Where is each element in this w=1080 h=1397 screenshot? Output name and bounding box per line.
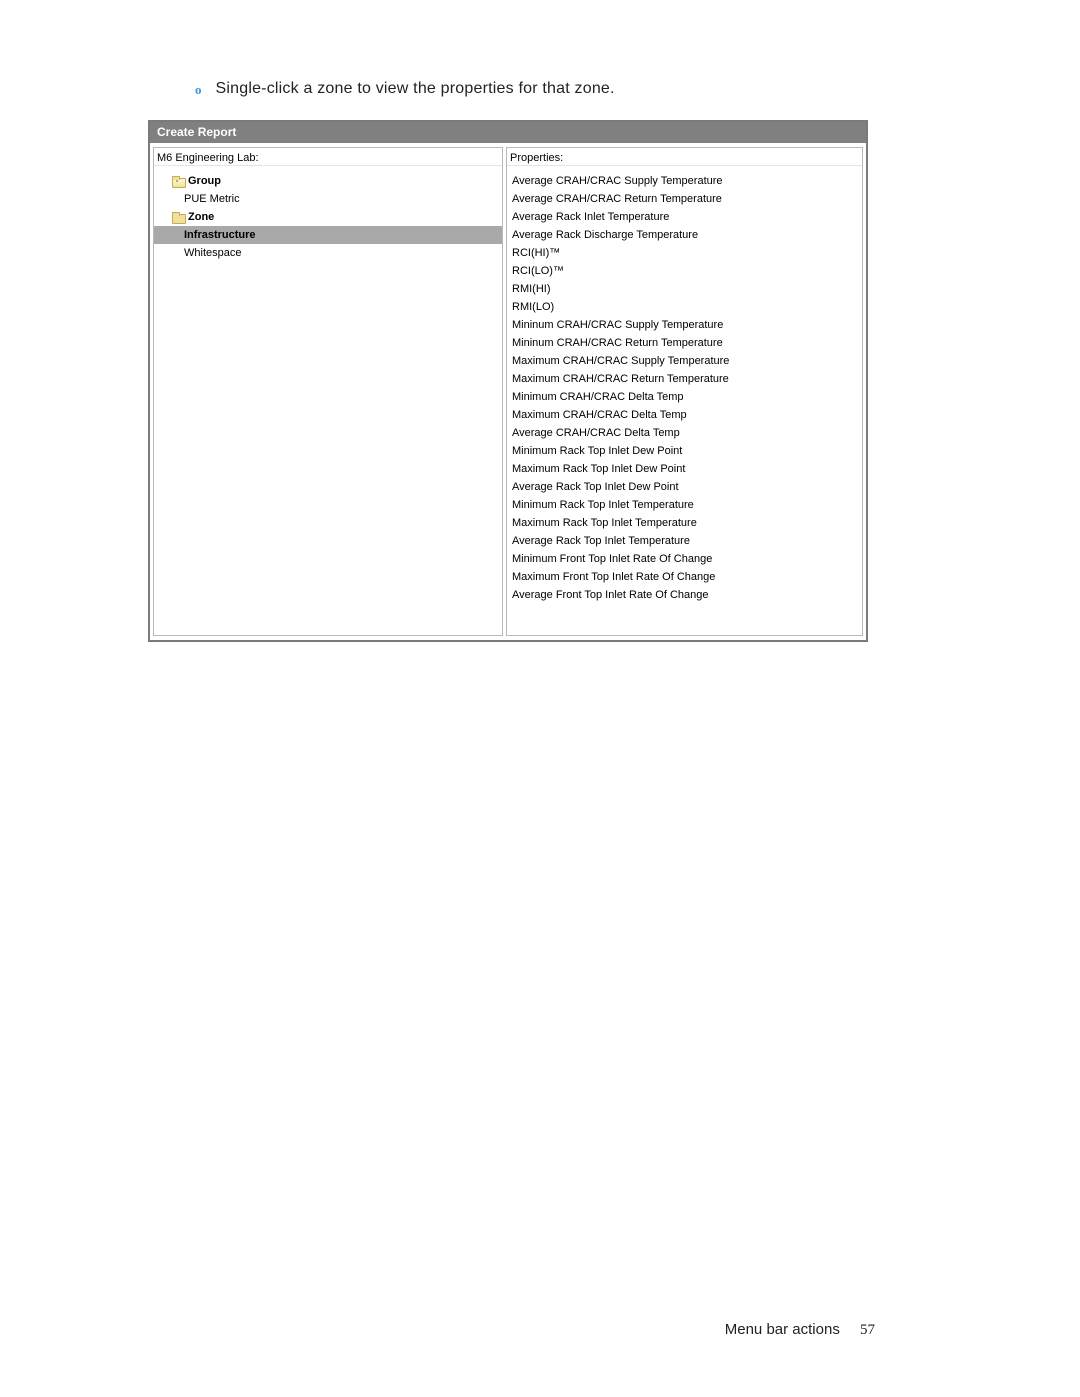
tree-pane: M6 Engineering Lab: Group PUE Metric Zon…: [153, 147, 503, 636]
property-item[interactable]: RCI(HI)™: [507, 244, 862, 262]
property-item[interactable]: Minimum Rack Top Inlet Dew Point: [507, 442, 862, 460]
property-item[interactable]: Average CRAH/CRAC Supply Temperature: [507, 172, 862, 190]
property-item[interactable]: Maximum CRAH/CRAC Return Temperature: [507, 370, 862, 388]
property-item[interactable]: Average CRAH/CRAC Delta Temp: [507, 424, 862, 442]
folder-open-icon: [172, 176, 184, 186]
instruction-line: o Single-click a zone to view the proper…: [195, 80, 1080, 98]
tree-label: Zone: [188, 211, 214, 223]
tree-node-zone[interactable]: Zone: [154, 208, 502, 226]
property-item[interactable]: Average Front Top Inlet Rate Of Change: [507, 586, 862, 604]
dialog-body: M6 Engineering Lab: Group PUE Metric Zon…: [150, 143, 866, 640]
properties-pane-header: Properties:: [507, 148, 862, 166]
tree-label: Whitespace: [184, 247, 241, 259]
properties-list: Average CRAH/CRAC Supply TemperatureAver…: [507, 166, 862, 635]
tree-node-group[interactable]: Group: [154, 172, 502, 190]
page-footer: Menu bar actions 57: [725, 1321, 875, 1339]
create-report-dialog: Create Report M6 Engineering Lab: Group …: [148, 120, 868, 642]
tree-node-pue-metric[interactable]: PUE Metric: [154, 190, 502, 208]
property-item[interactable]: Mininum CRAH/CRAC Return Temperature: [507, 334, 862, 352]
tree-node-infrastructure[interactable]: Infrastructure: [154, 226, 502, 244]
property-item[interactable]: Maximum CRAH/CRAC Delta Temp: [507, 406, 862, 424]
tree-label: PUE Metric: [184, 193, 240, 205]
property-item[interactable]: Minimum Rack Top Inlet Temperature: [507, 496, 862, 514]
footer-page-number: 57: [860, 1322, 875, 1338]
tree-node-whitespace[interactable]: Whitespace: [154, 244, 502, 262]
property-item[interactable]: Minimum CRAH/CRAC Delta Temp: [507, 388, 862, 406]
property-item[interactable]: Average Rack Top Inlet Dew Point: [507, 478, 862, 496]
property-item[interactable]: RMI(HI): [507, 280, 862, 298]
property-item[interactable]: Average CRAH/CRAC Return Temperature: [507, 190, 862, 208]
document-page: o Single-click a zone to view the proper…: [0, 0, 1080, 1397]
property-item[interactable]: Maximum CRAH/CRAC Supply Temperature: [507, 352, 862, 370]
bullet-marker: o: [195, 82, 202, 98]
footer-section: Menu bar actions: [725, 1321, 840, 1338]
property-item[interactable]: Average Rack Inlet Temperature: [507, 208, 862, 226]
dialog-title-bar: Create Report: [150, 122, 866, 143]
property-item[interactable]: Mininum CRAH/CRAC Supply Temperature: [507, 316, 862, 334]
property-item[interactable]: RMI(LO): [507, 298, 862, 316]
tree-content: Group PUE Metric Zone Infrastructure Whi…: [154, 166, 502, 635]
property-item[interactable]: Maximum Rack Top Inlet Temperature: [507, 514, 862, 532]
property-item[interactable]: RCI(LO)™: [507, 262, 862, 280]
property-item[interactable]: Average Rack Top Inlet Temperature: [507, 532, 862, 550]
tree-label: Infrastructure: [184, 229, 256, 241]
properties-pane: Properties: Average CRAH/CRAC Supply Tem…: [506, 147, 863, 636]
instruction-text: Single-click a zone to view the properti…: [216, 80, 615, 98]
tree-pane-header: M6 Engineering Lab:: [154, 148, 502, 166]
folder-icon: [172, 212, 184, 222]
tree-label: Group: [188, 175, 221, 187]
property-item[interactable]: Maximum Front Top Inlet Rate Of Change: [507, 568, 862, 586]
property-item[interactable]: Average Rack Discharge Temperature: [507, 226, 862, 244]
property-item[interactable]: Maximum Rack Top Inlet Dew Point: [507, 460, 862, 478]
property-item[interactable]: Minimum Front Top Inlet Rate Of Change: [507, 550, 862, 568]
